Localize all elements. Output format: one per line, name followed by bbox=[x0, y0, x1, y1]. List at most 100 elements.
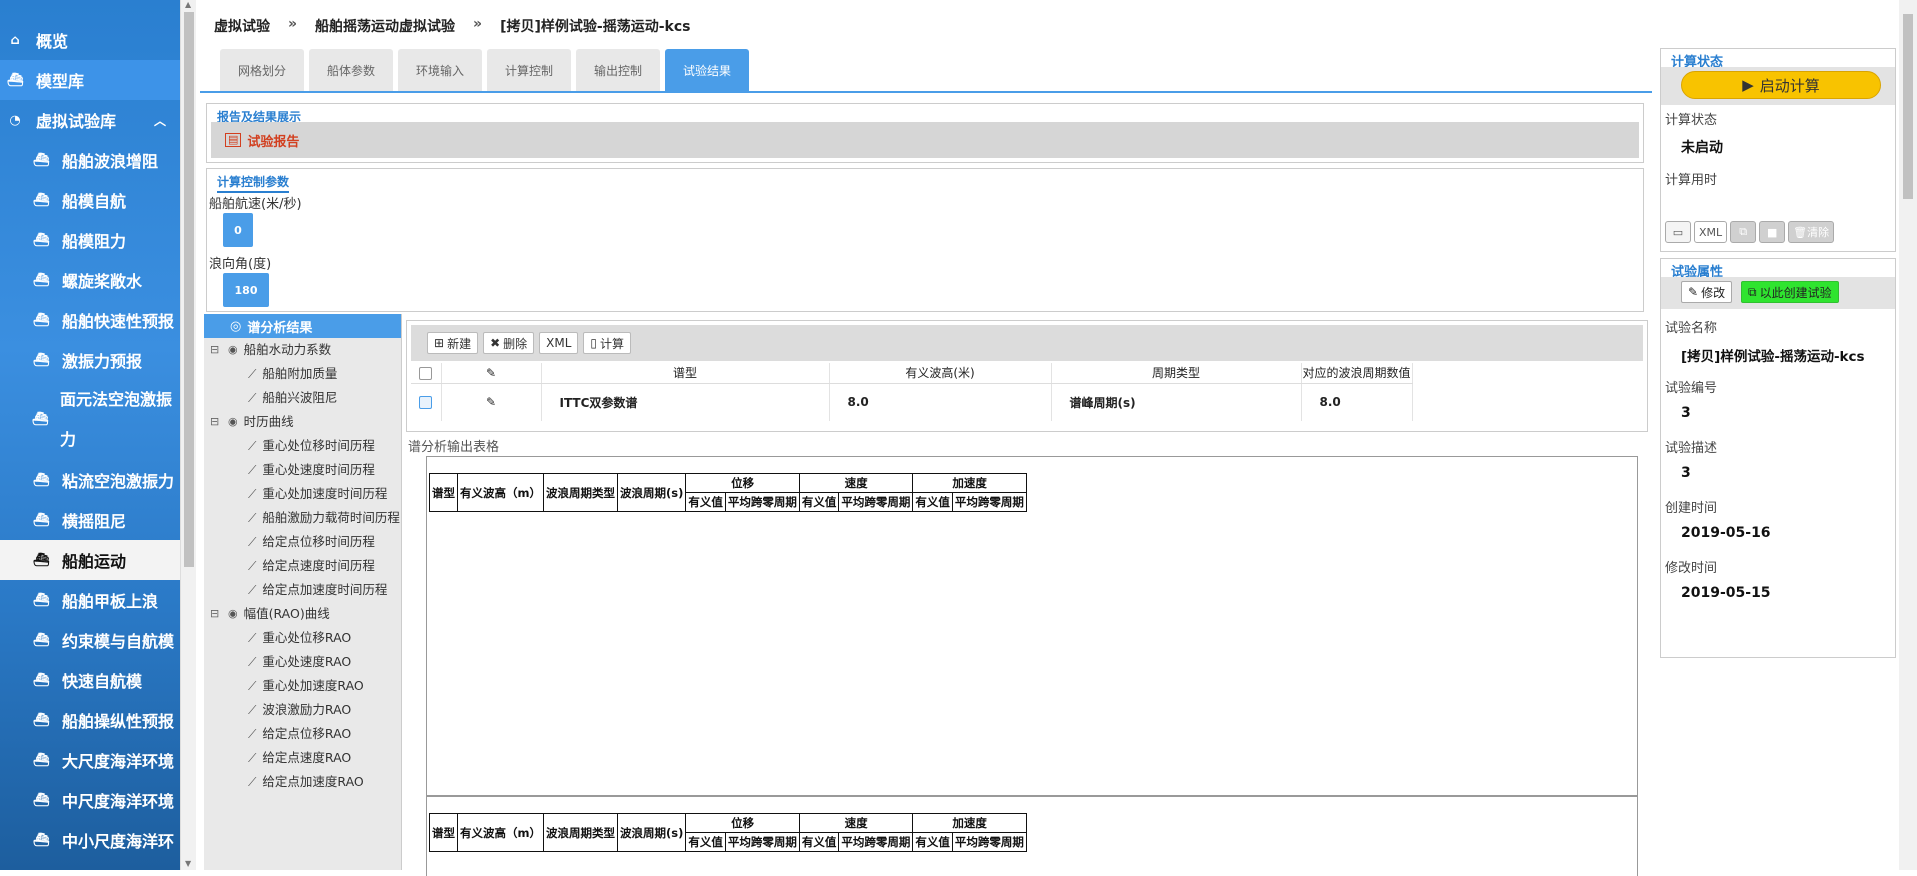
tab-results[interactable]: 试验结果 bbox=[665, 49, 749, 91]
scrollbar-thumb[interactable] bbox=[1903, 14, 1913, 199]
create-from-this-button[interactable]: ⧉ 以此创建试验 bbox=[1741, 281, 1839, 303]
ship-icon: ⛴ bbox=[32, 792, 50, 808]
calculate-button[interactable]: ▯ 计算 bbox=[583, 332, 632, 354]
tree-leaf[interactable]: ⟋ 重心处加速度时间历程 bbox=[204, 482, 401, 506]
cell-height: 8.0 bbox=[829, 383, 1052, 421]
tab-mesh[interactable]: 网格划分 bbox=[220, 49, 304, 91]
collapse-icon[interactable]: ⊟ bbox=[210, 410, 224, 434]
collapse-icon[interactable]: ⊟ bbox=[210, 602, 224, 626]
row-checkbox[interactable] bbox=[419, 396, 433, 410]
sidebar-item-model-resistance[interactable]: ⛴ 船模阻力 bbox=[0, 220, 180, 260]
sidebar-item-propeller-open-water[interactable]: ⛴ 螺旋桨敞水 bbox=[0, 260, 180, 300]
table-row[interactable]: ✎ ITTC双参数谱 8.0 谱峰周期(s) 8.0 bbox=[411, 383, 1413, 421]
tree-leaf-label: 重心处速度时间历程 bbox=[262, 462, 375, 477]
right-panel: 计算状态 ▶ 启动计算 计算状态 未启动 计算用时 ▭ XML ⧉ ■ 🗑 清除 试… bbox=[1658, 48, 1896, 870]
sidebar-item-mid-scale-ocean[interactable]: ⛴ 中尺度海洋环境 bbox=[0, 780, 180, 820]
collapse-icon[interactable]: ⊟ bbox=[210, 338, 224, 362]
tree-leaf[interactable]: ⟋ 给定点速度RAO bbox=[204, 746, 401, 770]
sidebar-item-speed-prediction[interactable]: ⛴ 船舶快速性预报 bbox=[0, 300, 180, 340]
sidebar-item-maneuverability[interactable]: ⛴ 船舶操纵性预报 bbox=[0, 700, 180, 740]
sidebar-item-captive-model[interactable]: ⛴ 约束模与自航模 bbox=[0, 620, 180, 660]
trash-icon: 🗑 bbox=[1793, 225, 1808, 239]
new-button[interactable]: ⊞ 新建 bbox=[427, 332, 479, 354]
sidebar-item-viscous-cavitation[interactable]: ⛴ 粘流空泡激振力 bbox=[0, 460, 180, 500]
create-button-label: 以此创建试验 bbox=[1759, 285, 1832, 300]
out-header-height: 有义波高（m） bbox=[457, 813, 544, 852]
tree-node-spectrum-results[interactable]: ◎ 谱分析结果 bbox=[204, 314, 401, 338]
sidebar-item-label: 船舶波浪增阻 bbox=[62, 152, 159, 171]
tree-leaf-label: 给定点速度时间历程 bbox=[262, 558, 375, 573]
tree-leaf[interactable]: ⟋ 重心处速度RAO bbox=[204, 650, 401, 674]
tree-leaf[interactable]: ⟋ 给定点速度时间历程 bbox=[204, 554, 401, 578]
sidebar-item-self-propulsion[interactable]: ⛴ 船模自航 bbox=[0, 180, 180, 220]
test-report-link[interactable]: ▤ 试验报告 bbox=[225, 131, 299, 150]
scroll-up-icon[interactable]: ▲ bbox=[185, 0, 191, 9]
ship-speed-label: 船舶航速(米/秒) bbox=[209, 197, 302, 212]
scroll-down-icon[interactable]: ▼ bbox=[185, 859, 191, 868]
out-header-significant: 有义值 bbox=[798, 492, 840, 512]
tree-leaf[interactable]: ⟋ 重心处位移时间历程 bbox=[204, 434, 401, 458]
tree-leaf[interactable]: ⟋ 重心处速度时间历程 bbox=[204, 458, 401, 482]
new-button-label: 新建 bbox=[447, 336, 472, 351]
sidebar-item-label: 虚拟试验库 bbox=[36, 112, 117, 131]
tree-leaf[interactable]: ⟋ 船舶兴波阻尼 bbox=[204, 386, 401, 410]
sidebar: ⌂ 概览 ⛴ 模型库 ◔ 虚拟试验库 ︿ ⛴ 船舶波浪增阻 ⛴ 船模自航 ⛴ 船模阻力 ⛴ 螺旋… bbox=[0, 0, 180, 870]
sidebar-item-large-scale-ocean[interactable]: ⛴ 大尺度海洋环境 bbox=[0, 740, 180, 780]
tree-leaf[interactable]: ⟋ 给定点位移时间历程 bbox=[204, 530, 401, 554]
xml-view-button[interactable]: XML bbox=[1694, 221, 1728, 243]
ship-icon: ⛴ bbox=[32, 832, 50, 848]
scrollbar-thumb[interactable] bbox=[184, 12, 194, 567]
sidebar-item-small-scale-ocean[interactable]: ⛴ 中小尺度海洋环 bbox=[0, 820, 180, 860]
sidebar-item-green-water[interactable]: ⛴ 船舶甲板上浪 bbox=[0, 580, 180, 620]
ship-icon: ⛴ bbox=[32, 192, 50, 208]
sidebar-item-label: 船舶运动 bbox=[62, 552, 127, 571]
sidebar-scrollbar[interactable]: ▲ ▼ bbox=[180, 0, 196, 870]
delete-button[interactable]: ✖ 删除 bbox=[483, 332, 535, 354]
tree-leaf[interactable]: ⟋ 给定点加速度时间历程 bbox=[204, 578, 401, 602]
edit-button-label: 修改 bbox=[1701, 285, 1726, 300]
tree-group[interactable]: ⊟ ◉ 船舶水动力系数 bbox=[204, 338, 401, 362]
sidebar-item-ship-motion[interactable]: ⛴ 船舶运动 bbox=[0, 540, 180, 580]
tree-leaf[interactable]: ⟋ 船舶附加质量 bbox=[204, 362, 401, 386]
edit-button[interactable]: ✎ 修改 bbox=[1681, 281, 1733, 303]
sidebar-item-excitation-force[interactable]: ⛴ 激振力预报 bbox=[0, 340, 180, 380]
tree-leaf[interactable]: ⟋ 船舶激励力载荷时间历程 bbox=[204, 506, 401, 530]
start-calc-button[interactable]: ▶ 启动计算 bbox=[1681, 71, 1881, 99]
test-id-value: 3 bbox=[1681, 405, 1691, 421]
tree-leaf[interactable]: ⟋ 重心处加速度RAO bbox=[204, 674, 401, 698]
page-scrollbar[interactable] bbox=[1899, 0, 1917, 870]
sidebar-item-panel-cavitation[interactable]: ⛴ 面元法空泡激振力 bbox=[0, 380, 180, 460]
tree-group[interactable]: ⊟ ◉ 幅值(RAO)曲线 bbox=[204, 602, 401, 626]
tree-leaf-label: 重心处位移时间历程 bbox=[262, 438, 375, 453]
tab-calc-control[interactable]: 计算控制 bbox=[487, 49, 571, 91]
breadcrumb-root[interactable]: 虚拟试验 bbox=[214, 16, 270, 36]
edit-icon[interactable]: ✎ bbox=[486, 395, 496, 409]
line-chart-icon: ⟋ bbox=[248, 439, 257, 453]
monitor-button[interactable]: ▭ bbox=[1665, 221, 1691, 243]
ship-icon: ⛴ bbox=[32, 752, 50, 768]
sidebar-item-virtual-test-library[interactable]: ◔ 虚拟试验库 ︿ bbox=[0, 100, 180, 140]
clear-button[interactable]: 🗑 清除 bbox=[1788, 221, 1835, 243]
output-table-box: 谱型 有义波高（m） 波浪周期类型 波浪周期(s) 位移 速度 加速度 有义值 … bbox=[426, 796, 1638, 876]
sidebar-item-overview[interactable]: ⌂ 概览 bbox=[0, 20, 180, 60]
tree-leaf[interactable]: ⟋ 给定点加速度RAO bbox=[204, 770, 401, 794]
test-name-label: 试验名称 bbox=[1665, 321, 1718, 336]
copy-button[interactable]: ⧉ bbox=[1730, 221, 1757, 243]
tab-environment[interactable]: 环境输入 bbox=[398, 49, 482, 91]
tree-leaf[interactable]: ⟋ 给定点位移RAO bbox=[204, 722, 401, 746]
dashboard-icon: ◔ bbox=[9, 112, 21, 128]
xml-button[interactable]: XML bbox=[539, 332, 579, 354]
tree-group[interactable]: ⊟ ◉ 时历曲线 bbox=[204, 410, 401, 434]
modified-time-label: 修改时间 bbox=[1665, 561, 1718, 576]
select-all-checkbox[interactable] bbox=[419, 366, 433, 380]
tree-leaf[interactable]: ⟋ 重心处位移RAO bbox=[204, 626, 401, 650]
tab-output-control[interactable]: 输出控制 bbox=[576, 49, 660, 91]
tree-leaf[interactable]: ⟋ 波浪激励力RAO bbox=[204, 698, 401, 722]
breadcrumb-level2[interactable]: 船舶摇荡运动虚拟试验 bbox=[315, 16, 455, 36]
stop-button[interactable]: ■ bbox=[1759, 221, 1786, 243]
sidebar-item-fast-self-propelled[interactable]: ⛴ 快速自航模 bbox=[0, 660, 180, 700]
tab-hull-params[interactable]: 船体参数 bbox=[309, 49, 393, 91]
sidebar-item-wave-resistance[interactable]: ⛴ 船舶波浪增阻 bbox=[0, 140, 180, 180]
sidebar-item-roll-damping[interactable]: ⛴ 横摇阻尼 bbox=[0, 500, 180, 540]
sidebar-item-model-library[interactable]: ⛴ 模型库 bbox=[0, 60, 180, 100]
